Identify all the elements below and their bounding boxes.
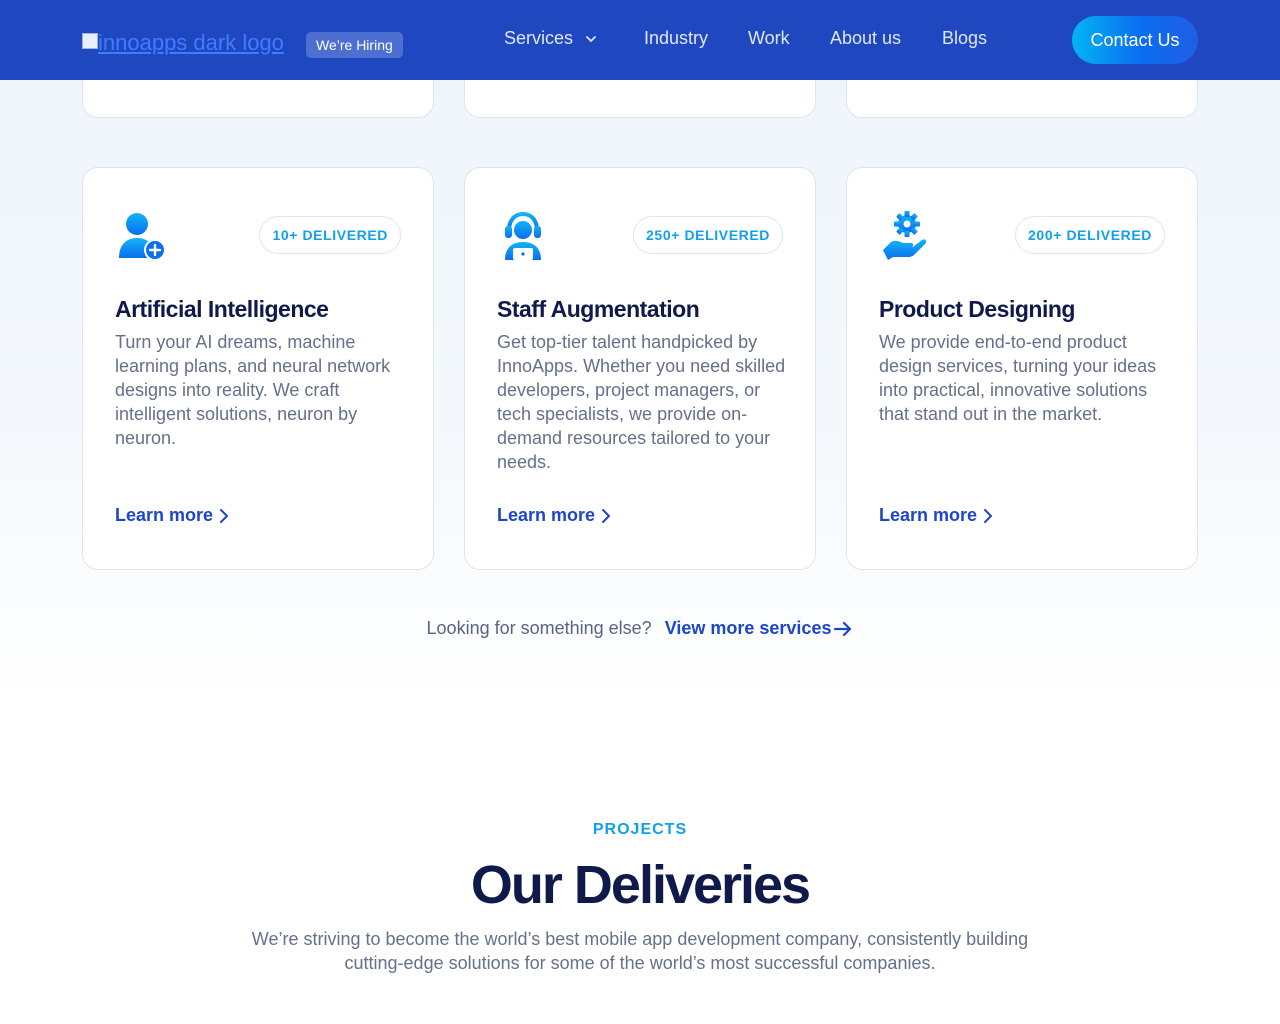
service-card-product-designing: 200+ DELIVERED Product Designing We prov… <box>846 167 1198 570</box>
chevron-right-icon <box>220 508 229 523</box>
nav-work[interactable]: Work <box>748 28 790 49</box>
section-eyebrow: PROJECTS <box>592 821 688 838</box>
card-description: We provide end-to-end product design ser… <box>879 332 1157 424</box>
broken-image-icon <box>82 33 98 49</box>
card-description: Get top-tier talent handpicked by InnoAp… <box>497 332 786 472</box>
contact-us-button[interactable]: Contact Us <box>1072 16 1198 64</box>
view-more-label: View more services <box>664 618 832 638</box>
learn-more-label: Learn more <box>497 505 596 525</box>
view-more-services-link[interactable]: View more services <box>665 618 854 639</box>
logo-link[interactable]: innoapps dark logo <box>82 30 284 56</box>
hiring-badge[interactable]: We’re Hiring <box>306 32 403 58</box>
service-card-ai: 10+ DELIVERED Artificial Intelligence Tu… <box>82 167 434 570</box>
arrow-right-icon <box>834 621 852 636</box>
nav-blogs[interactable]: Blogs <box>942 28 987 49</box>
view-more-row: Looking for something else? View more se… <box>0 618 1280 639</box>
delivered-badge: 250+ DELIVERED <box>633 216 783 254</box>
more-question: Looking for something else? <box>426 618 652 638</box>
logo-alt-text: innoapps dark logo <box>98 30 284 55</box>
delivered-badge: 10+ DELIVERED <box>259 216 401 254</box>
learn-more-label: Learn more <box>115 505 214 525</box>
card-title: Artificial Intelligence <box>115 296 329 322</box>
learn-more-link[interactable]: Learn more <box>115 505 229 526</box>
hand-gear-icon <box>883 211 927 260</box>
card-title: Staff Augmentation <box>497 296 700 322</box>
nav-industry[interactable]: Industry <box>644 28 708 49</box>
nav-about-us[interactable]: About us <box>830 28 901 49</box>
chevron-right-icon <box>602 508 611 523</box>
nav-services-label: Services <box>504 28 574 48</box>
learn-more-label: Learn more <box>879 505 978 525</box>
service-card-staff-augmentation: 250+ DELIVERED Staff Augmentation Get to… <box>464 167 816 570</box>
chevron-down-icon <box>586 35 596 42</box>
user-plus-icon <box>119 213 166 261</box>
learn-more-link[interactable]: Learn more <box>497 505 611 526</box>
card-description: Turn your AI dreams, machine learning pl… <box>115 332 391 448</box>
section-subtitle: We’re striving to become the world’s bes… <box>251 929 1029 973</box>
card-title: Product Designing <box>879 296 1075 322</box>
nav-services[interactable]: Services <box>504 28 597 49</box>
chevron-right-icon <box>984 508 993 523</box>
learn-more-link[interactable]: Learn more <box>879 505 993 526</box>
section-title: Our Deliveries <box>470 855 811 915</box>
support-agent-icon <box>505 211 541 260</box>
delivered-badge: 200+ DELIVERED <box>1015 216 1165 254</box>
site-header: innoapps dark logo We’re Hiring Services… <box>0 0 1280 80</box>
